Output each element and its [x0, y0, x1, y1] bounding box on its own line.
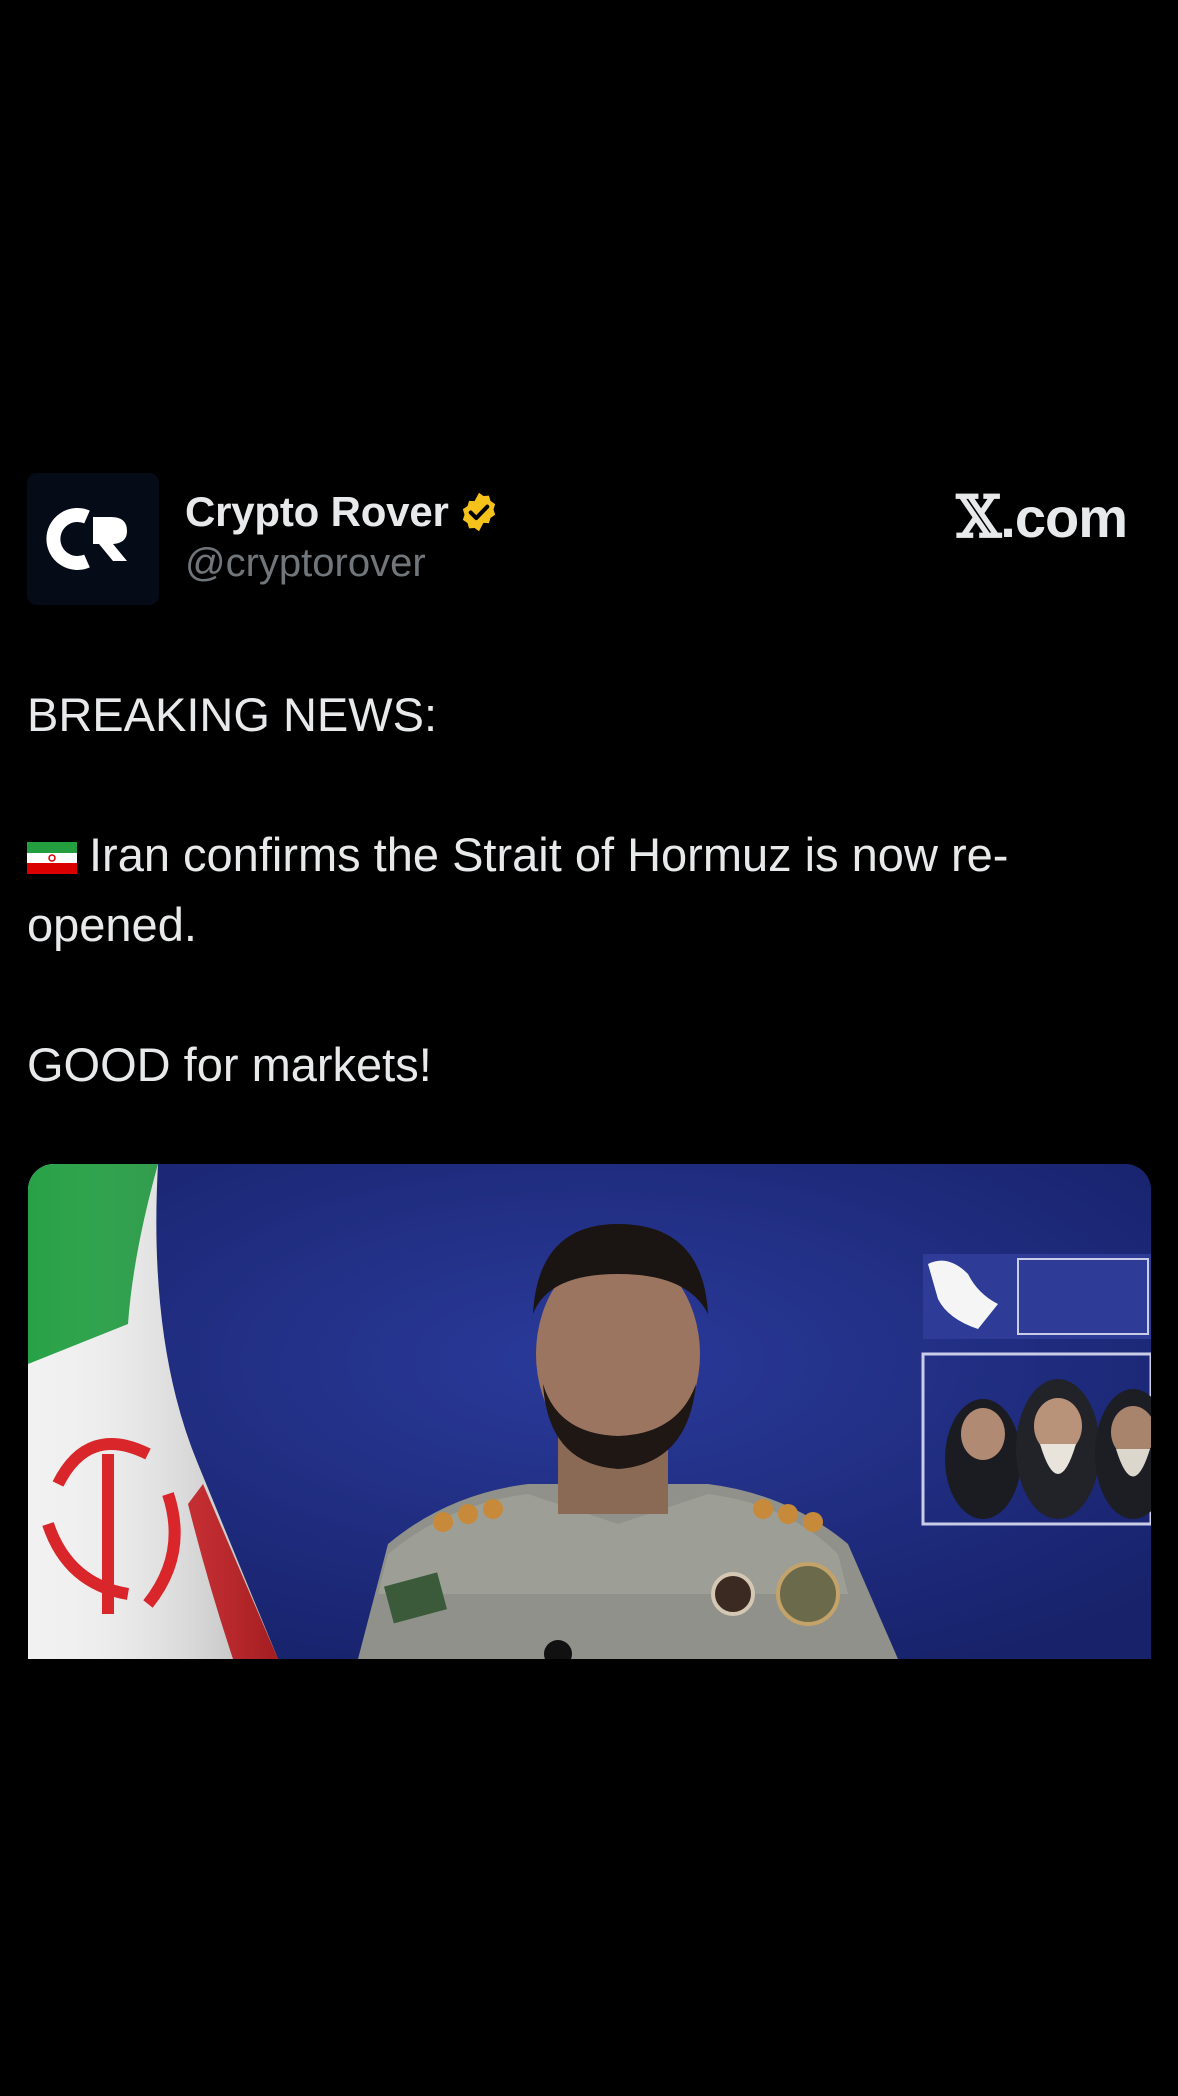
x-brand-logo: 𝕏 .com: [956, 483, 1128, 551]
post-text-line-1: BREAKING NEWS:: [27, 688, 438, 741]
post-text-line-2-text: Iran confirms the Strait of Hormuz is no…: [27, 828, 1009, 951]
video-frame-image: [28, 1164, 1151, 1659]
iran-flag-icon: [27, 823, 77, 874]
post-header: Crypto Rover @cryptorover 𝕏 .com: [27, 473, 1151, 607]
post-screenshot: Crypto Rover @cryptorover 𝕏 .com BREAKING…: [0, 0, 1178, 2096]
post-text: BREAKING NEWS: Iran confirms the Strait …: [27, 680, 1147, 1100]
author-name-row: Crypto Rover: [185, 485, 501, 539]
author-display-name[interactable]: Crypto Rover: [185, 488, 449, 536]
post-media-thumbnail[interactable]: [28, 1164, 1151, 1659]
verified-badge-icon: [457, 490, 501, 534]
x-logo-icon: 𝕏: [956, 483, 1001, 551]
brand-domain: .com: [1000, 485, 1128, 549]
post-text-line-2: Iran confirms the Strait of Hormuz is no…: [27, 820, 1147, 960]
author-handle[interactable]: @cryptorover: [185, 541, 426, 586]
post-text-line-3: GOOD for markets!: [27, 1038, 432, 1091]
cr-logo-icon: [27, 473, 159, 605]
avatar[interactable]: [27, 473, 159, 605]
